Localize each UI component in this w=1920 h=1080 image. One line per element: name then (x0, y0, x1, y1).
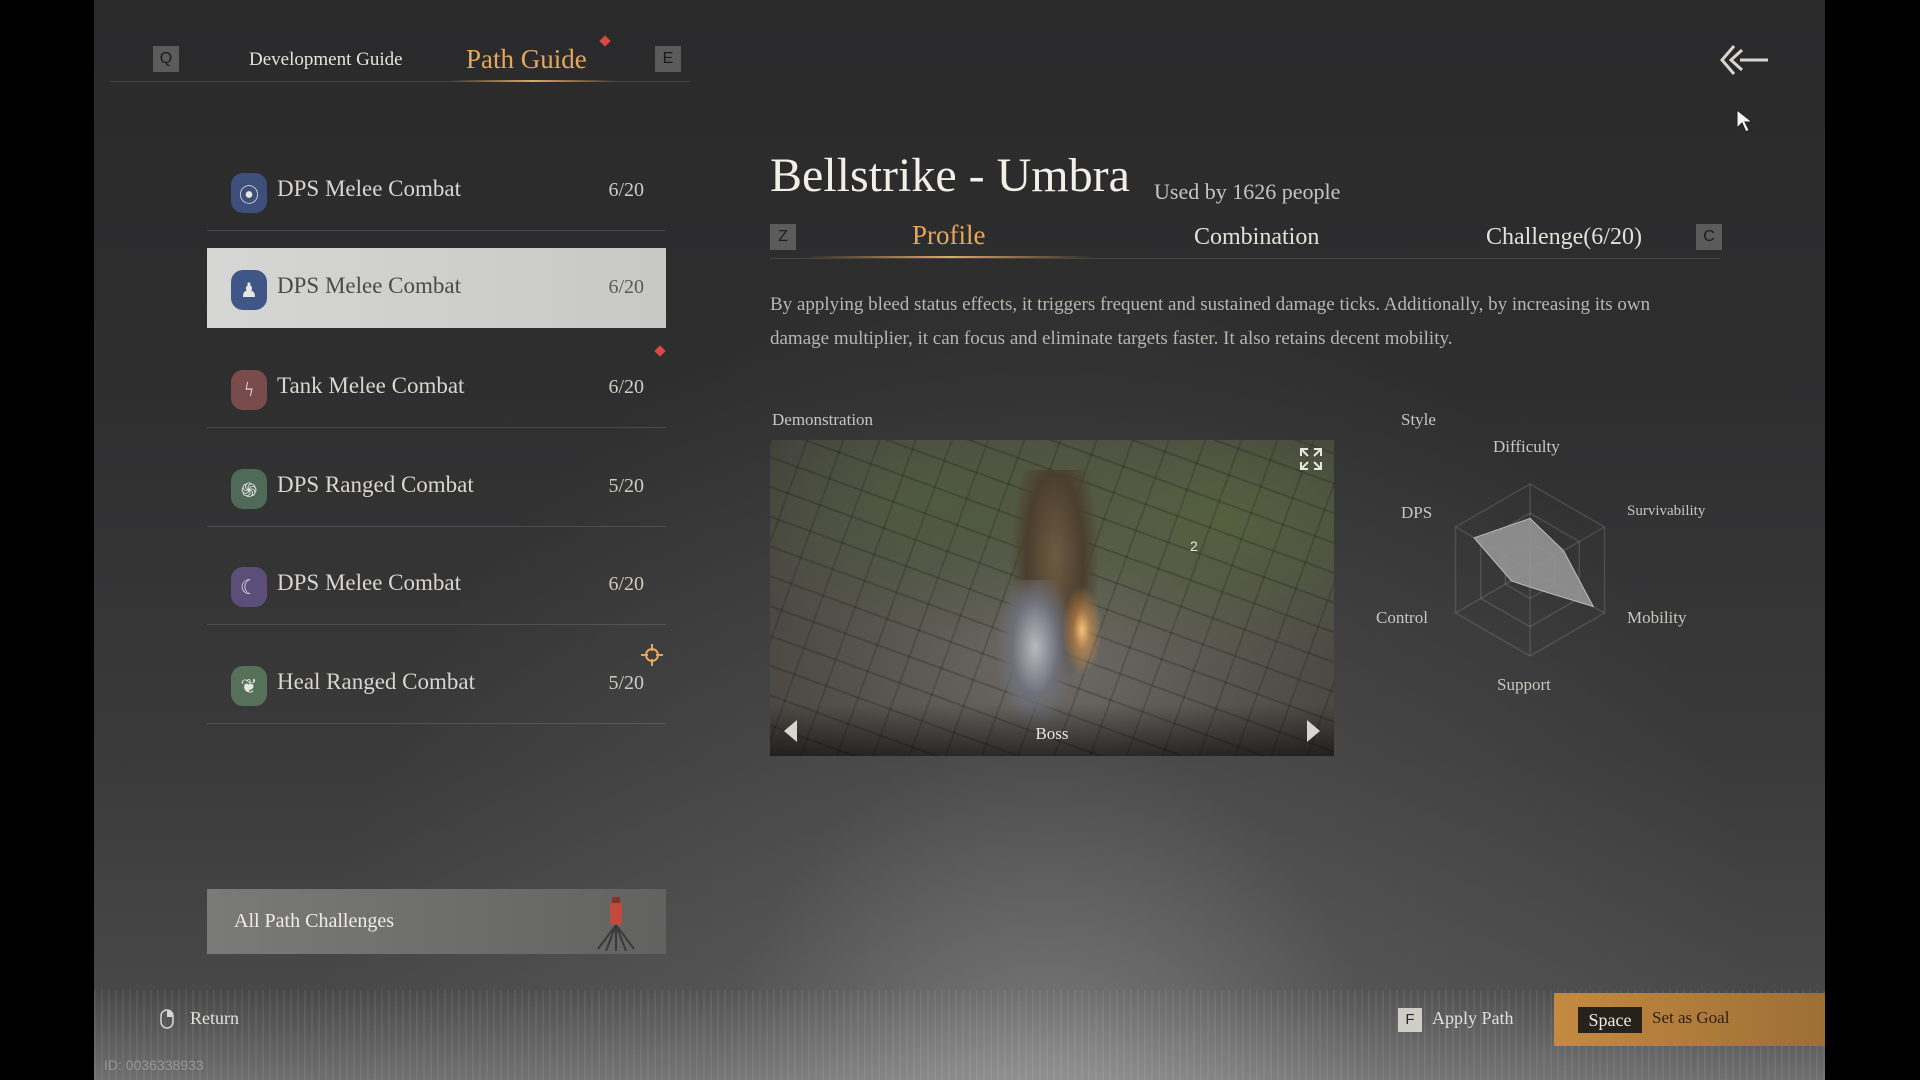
apply-path-button[interactable]: Apply Path (1432, 1008, 1514, 1029)
path-description: By applying bleed status effects, it tri… (770, 294, 1651, 349)
style-label: Style (1401, 410, 1436, 429)
prev-detail-tab-key-hint[interactable]: Z (770, 224, 796, 250)
all-path-challenges-label: All Path Challenges (234, 910, 394, 932)
path-item-label: DPS Melee Combat (277, 273, 461, 298)
next-detail-tab-key-hint[interactable]: C (1696, 224, 1722, 250)
all-path-challenges-button[interactable]: All Path Challenges (207, 889, 666, 954)
path-title: Bellstrike - Umbra (770, 149, 1130, 202)
path-item[interactable]: ♟ DPS Melee Combat 6/20 (207, 248, 666, 328)
set-as-goal-label: Set as Goal (1652, 1008, 1730, 1027)
path-item-divider (207, 427, 666, 428)
video-weapon-spark (1062, 585, 1102, 675)
radar-label-support: Support (1497, 675, 1551, 694)
radar-label-mobility: Mobility (1627, 608, 1687, 627)
radar-label-dps: DPS (1401, 503, 1433, 522)
path-item[interactable]: ⦿ DPS Melee Combat 6/20 (207, 151, 666, 231)
path-item[interactable]: ֍ DPS Ranged Combat 5/20 (207, 447, 666, 527)
path-item-progress: 5/20 (608, 475, 644, 497)
tab-development-guide[interactable]: Development Guide (249, 49, 403, 71)
path-item-divider (207, 230, 666, 231)
tab-profile[interactable]: Profile (912, 220, 986, 251)
radar-value-polygon (1473, 517, 1595, 608)
set-as-goal-button[interactable]: Space Set as Goal (1554, 993, 1825, 1046)
radar-label-difficulty: Difficulty (1493, 437, 1560, 456)
prev-tab-key-hint[interactable]: Q (153, 46, 179, 72)
lantern-icon (597, 897, 635, 951)
path-item-label: DPS Melee Combat (277, 176, 461, 201)
used-by-count: Used by 1626 people (1154, 179, 1341, 204)
mouse-cursor-icon (1736, 108, 1754, 133)
player-id: ID: 0036338933 (104, 1057, 204, 1073)
profile-tab-underline (805, 256, 1095, 258)
mouse-right-click-icon (160, 1009, 174, 1029)
next-tab-key-hint[interactable]: E (655, 46, 681, 72)
detail-tab-divider (770, 258, 1720, 259)
video-marker: 2 (1190, 538, 1198, 554)
path-item-progress: 6/20 (608, 276, 644, 298)
leaf-icon: ❦ (231, 666, 267, 706)
space-key-hint: Space (1578, 1007, 1642, 1033)
tab-path-guide[interactable]: Path Guide (466, 44, 587, 75)
path-item-label: Heal Ranged Combat (277, 669, 476, 694)
radar-label-survivability: Survivability (1627, 503, 1706, 519)
path-item-divider (207, 723, 666, 724)
path-item-progress: 6/20 (608, 179, 644, 201)
figure-icon: ♟ (231, 270, 267, 310)
path-item[interactable]: ❦ Heal Ranged Combat 5/20 (207, 644, 666, 724)
target-crosshair-icon (641, 644, 663, 666)
back-arrow-icon[interactable] (1718, 42, 1770, 78)
swirl-icon: ֍ (231, 469, 267, 509)
demonstration-label: Demonstration (772, 410, 874, 429)
active-tab-underline (450, 80, 616, 82)
video-caption: Boss (1035, 724, 1069, 743)
crescent-icon: ☾ (231, 567, 267, 607)
path-item[interactable]: ϟ Tank Melee Combat 6/20 (207, 348, 666, 428)
fullscreen-expand-icon[interactable] (1298, 446, 1324, 472)
path-item-label: Tank Melee Combat (277, 373, 465, 398)
path-item-divider (207, 624, 666, 625)
return-label[interactable]: Return (190, 1008, 239, 1029)
path-item-label: DPS Melee Combat (277, 570, 461, 595)
wave-shield-icon: ⦿ (231, 173, 267, 213)
next-video-arrow-icon[interactable] (1307, 720, 1320, 742)
path-item-progress: 6/20 (608, 573, 644, 595)
path-item-progress: 6/20 (608, 376, 644, 398)
path-item-divider (207, 526, 666, 527)
path-item-progress: 5/20 (608, 672, 644, 694)
demonstration-video[interactable]: 2 Boss (770, 440, 1334, 756)
radar-label-control: Control (1376, 608, 1428, 627)
path-item[interactable]: ☾ DPS Melee Combat 6/20 (207, 545, 666, 625)
apply-path-key-hint: F (1398, 1008, 1422, 1032)
style-radar-chart (1454, 483, 1606, 657)
path-item-label: DPS Ranged Combat (277, 472, 474, 497)
lightning-shield-icon: ϟ (231, 370, 267, 410)
tab-challenge[interactable]: Challenge(6/20) (1486, 224, 1642, 251)
tab-combination[interactable]: Combination (1194, 224, 1319, 251)
